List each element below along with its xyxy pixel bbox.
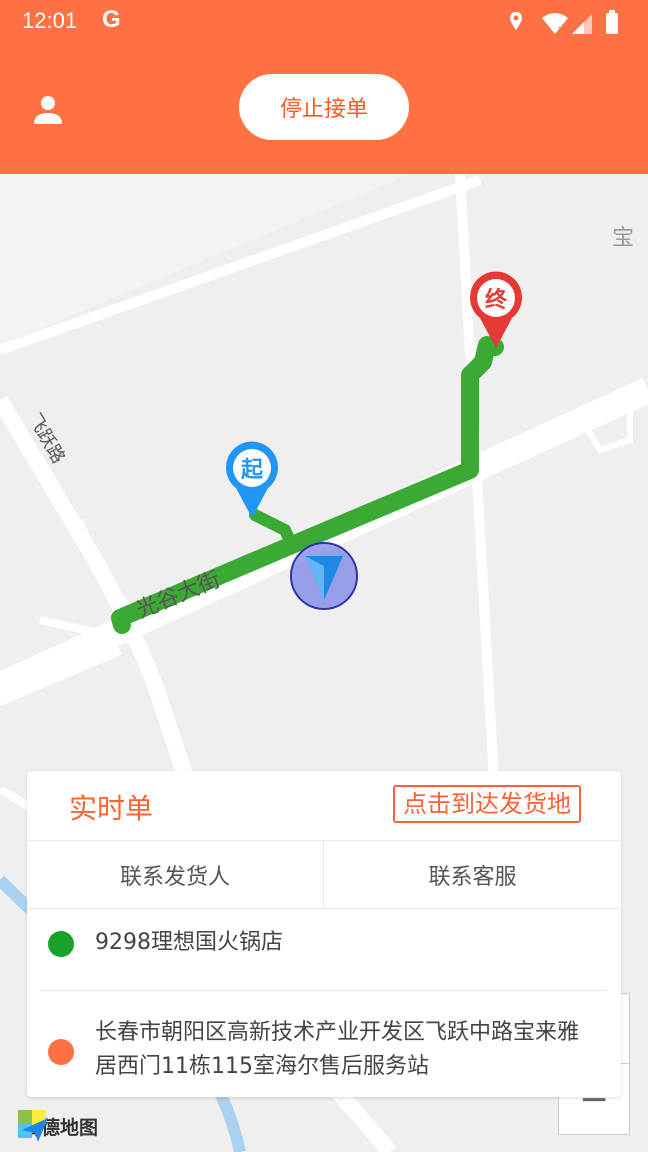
start-marker-label: 起 <box>240 458 264 483</box>
dropoff-address-row[interactable]: 长春市朝阳区高新技术产业开发区飞跃中路宝来雅居西门11栋115室海尔售后服务站 <box>27 991 621 1097</box>
dropoff-address: 长春市朝阳区高新技术产业开发区飞跃中路宝来雅居西门11栋115室海尔售后服务站 <box>95 1020 580 1079</box>
order-card: 实时单 点击到达发货地 联系发货人 联系客服 9298理想国火锅店 长春市朝阳区… <box>27 771 621 1097</box>
pickup-dot-icon <box>48 931 74 957</box>
arrive-pickup-button[interactable]: 点击到达发货地 <box>393 785 581 823</box>
road-label-bao: 宝 <box>612 226 634 251</box>
current-location-icon <box>290 542 358 610</box>
status-time: 12:01 <box>22 8 78 33</box>
google-icon: G <box>102 6 121 33</box>
pickup-address-row[interactable]: 9298理想国火锅店 <box>27 909 621 989</box>
dropoff-dot-icon <box>48 1039 74 1065</box>
status-bar: 12:01 G x <box>0 0 648 44</box>
status-icons: x <box>510 10 618 35</box>
contact-shipper-button[interactable]: 联系发货人 <box>27 841 324 908</box>
app-header: 停止接单 <box>0 44 648 174</box>
signal-icon <box>572 14 592 34</box>
location-icon <box>510 12 522 30</box>
profile-button[interactable] <box>28 90 68 130</box>
stop-taking-orders-button[interactable]: 停止接单 <box>239 74 409 140</box>
svg-text:x: x <box>558 24 564 35</box>
battery-icon <box>606 10 618 34</box>
end-marker-label: 终 <box>485 287 508 313</box>
amap-logo: 高德地图 <box>16 1108 98 1144</box>
wifi-icon: x <box>542 13 568 35</box>
pickup-address: 9298理想国火锅店 <box>95 930 283 955</box>
user-icon <box>34 96 62 124</box>
amap-logo-icon <box>18 1110 48 1142</box>
order-type-title: 实时单 <box>69 792 154 825</box>
contact-service-button[interactable]: 联系客服 <box>324 841 621 908</box>
